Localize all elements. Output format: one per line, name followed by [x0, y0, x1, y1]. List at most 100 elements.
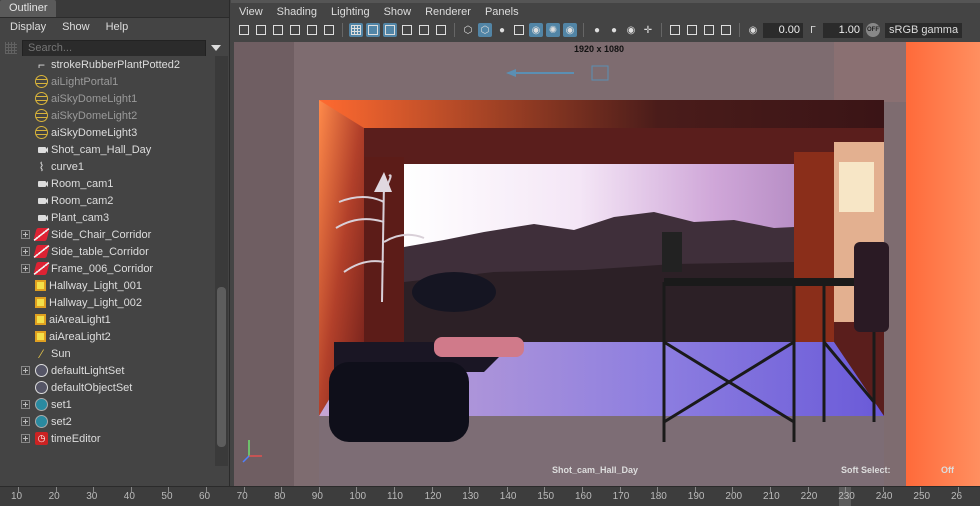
- timeline-tick-label: 70: [236, 491, 248, 502]
- outliner-item-label: aiAreaLight2: [49, 330, 111, 343]
- outliner-item[interactable]: set2: [0, 413, 214, 430]
- film-gate-icon[interactable]: [366, 23, 380, 37]
- color-management-toggle[interactable]: OFF: [866, 23, 880, 37]
- exposure-icon[interactable]: [746, 23, 760, 37]
- outliner-item[interactable]: ⌐ strokeRubberPlantPotted2: [0, 56, 214, 73]
- camera-icon: [35, 194, 48, 207]
- scrollbar-thumb[interactable]: [217, 287, 226, 447]
- smooth-shade-icon[interactable]: [478, 23, 492, 37]
- default-material-icon[interactable]: [495, 23, 509, 37]
- outliner-item[interactable]: Room_cam2: [0, 192, 214, 209]
- resolution-gate-icon[interactable]: [383, 23, 397, 37]
- menu-show[interactable]: Show: [384, 6, 412, 18]
- isolate-select-icon[interactable]: [668, 23, 682, 37]
- camera-attributes-icon[interactable]: [254, 23, 268, 37]
- use-all-lights-icon[interactable]: [546, 23, 560, 37]
- outliner-item[interactable]: Room_cam1: [0, 175, 214, 192]
- timeline-tick-label: 50: [161, 491, 173, 502]
- expand-icon[interactable]: [21, 247, 30, 256]
- xray-active-icon[interactable]: [719, 23, 733, 37]
- menu-help[interactable]: Help: [106, 21, 129, 33]
- expand-icon[interactable]: [21, 264, 30, 273]
- xray-joints-icon[interactable]: [702, 23, 716, 37]
- menu-lighting[interactable]: Lighting: [331, 6, 370, 18]
- menu-display[interactable]: Display: [10, 21, 46, 33]
- grease-pencil-icon[interactable]: [322, 23, 336, 37]
- outliner-item[interactable]: Hallway_Light_001: [0, 277, 214, 294]
- xray-icon[interactable]: [685, 23, 699, 37]
- 2d-pan-icon[interactable]: [305, 23, 319, 37]
- outliner-scrollbar[interactable]: [215, 56, 228, 466]
- timeline-tick-label: 26: [951, 491, 963, 502]
- outliner-item[interactable]: aiLightPortal1: [0, 73, 214, 90]
- soft-select-value: Off: [941, 465, 954, 475]
- gate-mask-icon[interactable]: [400, 23, 414, 37]
- viewport-3d[interactable]: 1920 x 1080 Shot_cam_Hall_Day Soft Selec…: [234, 42, 980, 486]
- time-slider[interactable]: 10 20 30 40 50 60 70 80 90 100 110 120 130 140 150 160 1…: [0, 486, 980, 506]
- mesh-icon: [33, 228, 50, 241]
- area-light-icon: [35, 314, 46, 325]
- image-plane-icon[interactable]: [288, 23, 302, 37]
- outliner-item[interactable]: ⌇ curve1: [0, 158, 214, 175]
- wireframe-on-shaded-icon[interactable]: [512, 23, 526, 37]
- outliner-item[interactable]: ⁄ Sun: [0, 345, 214, 362]
- field-chart-icon[interactable]: [417, 23, 431, 37]
- outliner-item-label: aiLightPortal1: [51, 75, 119, 88]
- outliner-item[interactable]: Side_Chair_Corridor: [0, 226, 214, 243]
- select-camera-icon[interactable]: [237, 23, 251, 37]
- outliner-item[interactable]: Plant_cam3: [0, 209, 214, 226]
- menu-view[interactable]: View: [239, 6, 263, 18]
- depth-of-field-icon[interactable]: [641, 23, 655, 37]
- safe-action-icon[interactable]: [434, 23, 448, 37]
- outliner-search-input[interactable]: [22, 39, 206, 57]
- menu-shading[interactable]: Shading: [277, 6, 317, 18]
- grid-icon[interactable]: [349, 23, 363, 37]
- area-light-icon: [35, 280, 46, 291]
- outliner-item-label: aiSkyDomeLight3: [51, 126, 138, 139]
- motion-blur-icon[interactable]: [607, 23, 621, 37]
- bookmark-icon[interactable]: [271, 23, 285, 37]
- exposure-field[interactable]: 0.00: [763, 22, 803, 38]
- view-transform-select[interactable]: sRGB gamma: [885, 22, 963, 38]
- multisample-icon[interactable]: [624, 23, 638, 37]
- outliner-item[interactable]: aiAreaLight1: [0, 311, 214, 328]
- gamma-icon[interactable]: Γ: [806, 23, 820, 37]
- chevron-down-icon[interactable]: [211, 45, 221, 51]
- outliner-item-label: defaultObjectSet: [51, 381, 133, 394]
- outliner-item-label: Frame_006_Corridor: [51, 262, 154, 275]
- timeline-tick-label: 130: [462, 491, 479, 502]
- outliner-item[interactable]: aiAreaLight2: [0, 328, 214, 345]
- outliner-item[interactable]: defaultObjectSet: [0, 379, 214, 396]
- outliner-item[interactable]: aiSkyDomeLight2: [0, 107, 214, 124]
- timeline-tick-label: 110: [387, 491, 403, 502]
- expand-icon[interactable]: [21, 434, 30, 443]
- textured-icon[interactable]: [529, 23, 543, 37]
- outliner-item[interactable]: Side_table_Corridor: [0, 243, 214, 260]
- outliner-item[interactable]: aiSkyDomeLight3: [0, 124, 214, 141]
- outliner-item[interactable]: set1: [0, 396, 214, 413]
- outliner-item[interactable]: ◷ timeEditor: [0, 430, 214, 447]
- menu-renderer[interactable]: Renderer: [425, 6, 471, 18]
- outliner-item[interactable]: defaultLightSet: [0, 362, 214, 379]
- shadows-icon[interactable]: [563, 23, 577, 37]
- outliner-item[interactable]: Shot_cam_Hall_Day: [0, 141, 214, 158]
- menu-show[interactable]: Show: [62, 21, 90, 33]
- outliner-item-label: Hallway_Light_001: [49, 279, 142, 292]
- outliner-tab[interactable]: Outliner: [0, 0, 56, 17]
- expand-icon[interactable]: [21, 417, 30, 426]
- separator: [661, 23, 662, 37]
- wireframe-icon[interactable]: [461, 23, 475, 37]
- outliner-item-label: Room_cam1: [51, 177, 114, 190]
- timeline-tick-label: 190: [687, 491, 705, 502]
- outliner-item[interactable]: Hallway_Light_002: [0, 294, 214, 311]
- expand-icon[interactable]: [21, 230, 30, 239]
- expand-icon[interactable]: [21, 400, 30, 409]
- menu-panels[interactable]: Panels: [485, 6, 519, 18]
- expand-icon[interactable]: [21, 366, 30, 375]
- gamma-field[interactable]: 1.00: [823, 22, 863, 38]
- outliner-item[interactable]: Frame_006_Corridor: [0, 260, 214, 277]
- ambient-occlusion-icon[interactable]: [590, 23, 604, 37]
- outliner-item[interactable]: aiSkyDomeLight1: [0, 90, 214, 107]
- grip-icon[interactable]: [5, 42, 17, 54]
- outliner-item-label: Sun: [51, 347, 71, 360]
